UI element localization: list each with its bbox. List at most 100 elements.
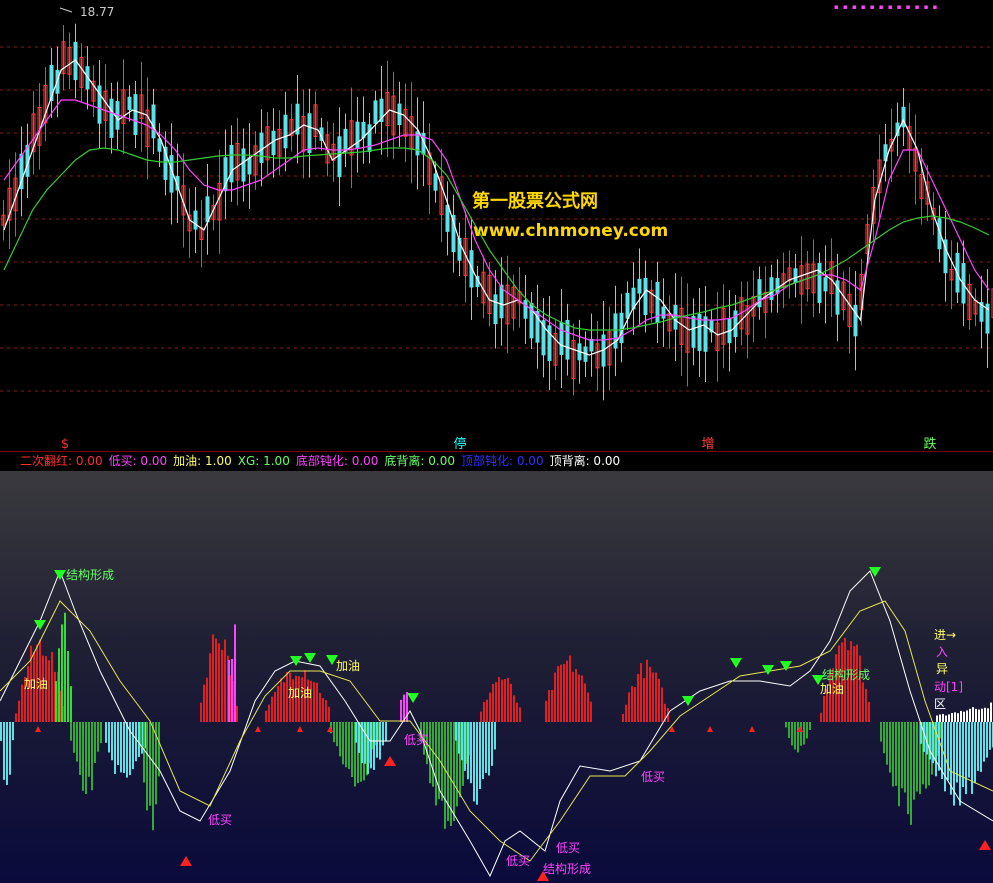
green-down-triangle-2 (290, 656, 302, 666)
histogram-bar (203, 684, 205, 722)
small-up-arrow-4 (669, 726, 675, 732)
histogram-bar (123, 722, 125, 774)
histogram-bar (895, 722, 897, 786)
histogram-bar (111, 722, 113, 761)
histogram-bar (959, 722, 961, 806)
histogram-bar (467, 722, 469, 780)
histogram-bar (400, 699, 402, 722)
histogram-bar (268, 704, 270, 722)
histogram-bar (265, 710, 267, 722)
histogram-bar (942, 713, 944, 722)
histogram-bar (313, 682, 315, 722)
stock-chart-window: 18.77 $ 停 增 跌 第一股票公式网 www.chnmoney.com ▪ ▪ ▪… (0, 0, 993, 883)
histogram-bar (972, 707, 974, 722)
histogram-bar (114, 722, 116, 774)
histogram-bar (479, 722, 481, 790)
histogram-bar (929, 722, 931, 760)
histogram-bar (9, 722, 11, 775)
histogram-bar (658, 678, 660, 722)
histogram-bar (963, 711, 965, 722)
histogram-bar (847, 650, 849, 722)
histogram-bar (73, 722, 75, 753)
small-up-arrow-3 (327, 726, 333, 732)
green-down-triangle-3 (304, 653, 316, 663)
annotation-6: 低买 (404, 733, 428, 747)
histogram-bar (132, 722, 134, 770)
histogram-bar (376, 722, 378, 758)
annotation-1: 加油 (24, 677, 48, 691)
annotation-5: 低买 (208, 813, 232, 827)
histogram-bar (18, 700, 20, 722)
candle-body (493, 294, 498, 325)
histogram-bar (94, 722, 96, 764)
histogram-bar (328, 706, 330, 722)
red-up-triangle-0 (180, 856, 192, 866)
small-up-arrow-5 (707, 726, 713, 732)
histogram-bar (224, 639, 226, 722)
candle-body (445, 204, 450, 232)
histogram-bar (444, 722, 446, 829)
histogram-bar (950, 722, 952, 795)
histogram-bar (652, 672, 654, 722)
green-down-triangle-7 (730, 658, 742, 668)
histogram-bar (138, 722, 140, 757)
histogram-bar (55, 681, 57, 722)
histogram-bar (221, 649, 223, 722)
histogram-bar (486, 699, 488, 722)
histogram-bar (823, 695, 825, 722)
histogram-bar (218, 643, 220, 722)
histogram-bar (316, 682, 318, 722)
histogram-bar (48, 660, 50, 722)
histogram-bar (358, 722, 360, 753)
histogram-bar (483, 701, 485, 722)
histogram-bar (649, 666, 651, 722)
histogram-bar (575, 669, 577, 722)
annotation-15: 动[1] (934, 680, 963, 694)
indicator-chart-svg: 结构形成加油加油加油加油低买低买低买低买低买结构形成结构形成进→入异动[1]区 (0, 567, 993, 881)
annotation-10: 结构形成 (543, 861, 591, 876)
histogram-bar (889, 722, 891, 773)
histogram-bar (936, 715, 938, 722)
small-up-arrow-1 (255, 726, 261, 732)
histogram-bar (901, 722, 903, 789)
histogram-bar (862, 682, 864, 722)
histogram-bar (441, 722, 443, 801)
candle-body (559, 322, 564, 355)
annotation-3: 加油 (336, 659, 360, 673)
histogram-bar (791, 722, 793, 746)
histogram-bar (461, 722, 463, 761)
histogram-bar (64, 612, 66, 722)
histogram-bar (3, 722, 5, 780)
histogram-bar (406, 692, 408, 722)
histogram-bar (105, 722, 107, 743)
indicator-panel[interactable]: 结构形成 加油 加油 加油 加油 低买 低买 低买 低买 低买 结构形成 结构形成 进→ 入异动[1] 区 (0, 471, 993, 883)
histogram-bar (351, 722, 353, 778)
histogram-bar (548, 690, 550, 722)
histogram-bar (631, 686, 633, 722)
histogram-bar (325, 700, 327, 722)
histogram-bar (957, 713, 959, 722)
watermark-title: 第一股票公式网 (472, 191, 598, 212)
histogram-bar (345, 722, 347, 768)
toolbar-dots[interactable]: ▪ ▪ ▪ ▪ ▪ ▪ ▪ ▪ ▪ ▪ ▪ ▪ (834, 3, 938, 11)
histogram-bar (507, 677, 509, 722)
histogram-bar (800, 722, 802, 746)
candle-body (367, 124, 372, 153)
histogram-bar (968, 722, 970, 778)
histogram-bar (504, 679, 506, 722)
histogram-bar (966, 710, 968, 722)
histogram-bar (120, 722, 122, 773)
histogram-bar (117, 722, 119, 765)
histogram-bar (58, 648, 60, 722)
info-item-3: XG: 1.00 (237, 454, 290, 468)
histogram-bar (788, 722, 790, 739)
histogram-bar (236, 705, 238, 722)
candle-body (817, 262, 822, 303)
histogram-bar (79, 722, 81, 776)
price-panel[interactable]: 18.77 $ 停 增 跌 第一股票公式网 www.chnmoney.com ▪ ▪ ▪… (0, 0, 993, 452)
candle-body (307, 113, 312, 154)
histogram-bar (140, 722, 142, 748)
histogram-bar (923, 722, 925, 752)
histogram-bar (628, 692, 630, 722)
candle-body (823, 277, 828, 292)
